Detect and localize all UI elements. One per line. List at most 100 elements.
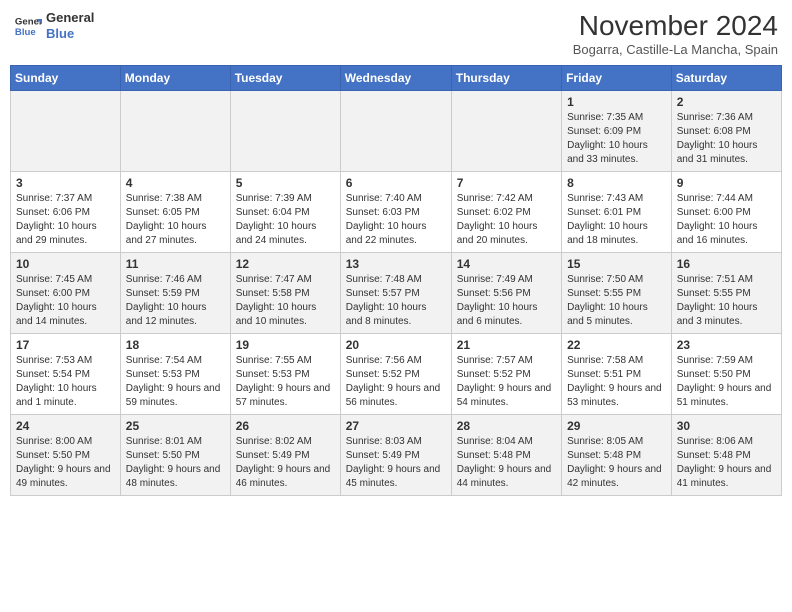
calendar-day: 4 Sunrise: 7:38 AM Sunset: 6:05 PM Daylig… [120,172,230,253]
svg-text:Blue: Blue [15,26,36,37]
day-number: 26 [236,419,335,433]
day-number: 4 [126,176,225,190]
day-info: Sunrise: 7:43 AM Sunset: 6:01 PM Dayligh… [567,192,666,248]
day-info: Sunrise: 7:55 AM Sunset: 5:53 PM Dayligh… [236,354,335,410]
calendar-day: 1 Sunrise: 7:35 AM Sunset: 6:09 PM Daylig… [562,91,672,172]
logo-icon: General Blue [14,12,42,40]
day-info: Sunrise: 8:00 AM Sunset: 5:50 PM Dayligh… [16,435,115,491]
day-number: 12 [236,257,335,271]
calendar-day: 14Sunrise: 7:49 AM Sunset: 5:56 PM Dayli… [451,253,561,334]
day-info: Sunrise: 7:36 AM Sunset: 6:08 PM Dayligh… [677,111,776,167]
day-number: 24 [16,419,115,433]
calendar-table: SundayMondayTuesdayWednesdayThursdayFrid… [10,65,782,496]
day-info: Sunrise: 8:06 AM Sunset: 5:48 PM Dayligh… [677,435,776,491]
calendar-day: 23Sunrise: 7:59 AM Sunset: 5:50 PM Dayli… [671,334,781,415]
calendar-day: 3 Sunrise: 7:37 AM Sunset: 6:06 PM Daylig… [11,172,121,253]
page-header: General Blue General Blue November 2024 … [10,10,782,57]
day-info: Sunrise: 7:47 AM Sunset: 5:58 PM Dayligh… [236,273,335,329]
weekday-header-tuesday: Tuesday [230,66,340,91]
calendar-day: 28 Sunrise: 8:04 AM Sunset: 5:48 PM Dayli… [451,415,561,496]
day-number: 15 [567,257,666,271]
weekday-header-wednesday: Wednesday [340,66,451,91]
day-number: 28 [457,419,556,433]
calendar-day: 8 Sunrise: 7:43 AM Sunset: 6:01 PM Daylig… [562,172,672,253]
day-number: 1 [567,95,666,109]
calendar-day: 13Sunrise: 7:48 AM Sunset: 5:57 PM Dayli… [340,253,451,334]
day-number: 19 [236,338,335,352]
day-number: 5 [236,176,335,190]
day-info: Sunrise: 8:03 AM Sunset: 5:49 PM Dayligh… [346,435,446,491]
calendar-week-2: 3 Sunrise: 7:37 AM Sunset: 6:06 PM Daylig… [11,172,782,253]
day-number: 27 [346,419,446,433]
calendar-day [340,91,451,172]
day-info: Sunrise: 7:38 AM Sunset: 6:05 PM Dayligh… [126,192,225,248]
day-number: 20 [346,338,446,352]
weekday-header-sunday: Sunday [11,66,121,91]
day-info: Sunrise: 7:59 AM Sunset: 5:50 PM Dayligh… [677,354,776,410]
day-info: Sunrise: 7:54 AM Sunset: 5:53 PM Dayligh… [126,354,225,410]
calendar-day: 5 Sunrise: 7:39 AM Sunset: 6:04 PM Daylig… [230,172,340,253]
calendar-day: 29 Sunrise: 8:05 AM Sunset: 5:48 PM Dayli… [562,415,672,496]
calendar-day [120,91,230,172]
day-number: 6 [346,176,446,190]
calendar-day: 18 Sunrise: 7:54 AM Sunset: 5:53 PM Dayli… [120,334,230,415]
day-number: 25 [126,419,225,433]
day-number: 10 [16,257,115,271]
calendar-day: 25 Sunrise: 8:01 AM Sunset: 5:50 PM Dayli… [120,415,230,496]
day-info: Sunrise: 7:58 AM Sunset: 5:51 PM Dayligh… [567,354,666,410]
day-info: Sunrise: 8:02 AM Sunset: 5:49 PM Dayligh… [236,435,335,491]
day-number: 14 [457,257,556,271]
day-info: Sunrise: 7:42 AM Sunset: 6:02 PM Dayligh… [457,192,556,248]
day-info: Sunrise: 7:50 AM Sunset: 5:55 PM Dayligh… [567,273,666,329]
day-number: 11 [126,257,225,271]
calendar-day: 9Sunrise: 7:44 AM Sunset: 6:00 PM Daylig… [671,172,781,253]
calendar-day: 16 Sunrise: 7:51 AM Sunset: 5:55 PM Dayli… [671,253,781,334]
day-info: Sunrise: 7:40 AM Sunset: 6:03 PM Dayligh… [346,192,446,248]
calendar-day: 26 Sunrise: 8:02 AM Sunset: 5:49 PM Dayli… [230,415,340,496]
calendar-day: 11 Sunrise: 7:46 AM Sunset: 5:59 PM Dayli… [120,253,230,334]
calendar-day [451,91,561,172]
calendar-day: 6 Sunrise: 7:40 AM Sunset: 6:03 PM Daylig… [340,172,451,253]
logo-line2: Blue [46,26,94,42]
day-info: Sunrise: 7:35 AM Sunset: 6:09 PM Dayligh… [567,111,666,167]
calendar-day: 15 Sunrise: 7:50 AM Sunset: 5:55 PM Dayli… [562,253,672,334]
title-block: November 2024 Bogarra, Castille-La Manch… [573,10,778,57]
day-number: 22 [567,338,666,352]
svg-text:General: General [15,16,42,27]
calendar-day: 12 Sunrise: 7:47 AM Sunset: 5:58 PM Dayli… [230,253,340,334]
weekday-header-saturday: Saturday [671,66,781,91]
day-info: Sunrise: 8:05 AM Sunset: 5:48 PM Dayligh… [567,435,666,491]
day-info: Sunrise: 8:04 AM Sunset: 5:48 PM Dayligh… [457,435,556,491]
day-number: 8 [567,176,666,190]
calendar-day: 10 Sunrise: 7:45 AM Sunset: 6:00 PM Dayli… [11,253,121,334]
weekday-header-friday: Friday [562,66,672,91]
calendar-week-5: 24 Sunrise: 8:00 AM Sunset: 5:50 PM Dayli… [11,415,782,496]
calendar-day: 22 Sunrise: 7:58 AM Sunset: 5:51 PM Dayli… [562,334,672,415]
day-info: Sunrise: 7:46 AM Sunset: 5:59 PM Dayligh… [126,273,225,329]
weekday-header-row: SundayMondayTuesdayWednesdayThursdayFrid… [11,66,782,91]
day-info: Sunrise: 7:48 AM Sunset: 5:57 PM Dayligh… [346,273,446,329]
day-info: Sunrise: 7:51 AM Sunset: 5:55 PM Dayligh… [677,273,776,329]
day-info: Sunrise: 8:01 AM Sunset: 5:50 PM Dayligh… [126,435,225,491]
calendar-week-3: 10 Sunrise: 7:45 AM Sunset: 6:00 PM Dayli… [11,253,782,334]
calendar-day: 20Sunrise: 7:56 AM Sunset: 5:52 PM Dayli… [340,334,451,415]
calendar-day: 7Sunrise: 7:42 AM Sunset: 6:02 PM Daylig… [451,172,561,253]
day-number: 3 [16,176,115,190]
day-number: 29 [567,419,666,433]
day-info: Sunrise: 7:45 AM Sunset: 6:00 PM Dayligh… [16,273,115,329]
calendar-day [11,91,121,172]
day-number: 17 [16,338,115,352]
day-number: 18 [126,338,225,352]
weekday-header-thursday: Thursday [451,66,561,91]
logo: General Blue General Blue [14,10,94,41]
calendar-day: 19 Sunrise: 7:55 AM Sunset: 5:53 PM Dayli… [230,334,340,415]
day-info: Sunrise: 7:39 AM Sunset: 6:04 PM Dayligh… [236,192,335,248]
month-title: November 2024 [573,10,778,42]
calendar-day: 17Sunrise: 7:53 AM Sunset: 5:54 PM Dayli… [11,334,121,415]
logo-line1: General [46,10,94,26]
day-info: Sunrise: 7:37 AM Sunset: 6:06 PM Dayligh… [16,192,115,248]
calendar-day: 30Sunrise: 8:06 AM Sunset: 5:48 PM Dayli… [671,415,781,496]
calendar-day [230,91,340,172]
day-number: 21 [457,338,556,352]
day-number: 16 [677,257,776,271]
